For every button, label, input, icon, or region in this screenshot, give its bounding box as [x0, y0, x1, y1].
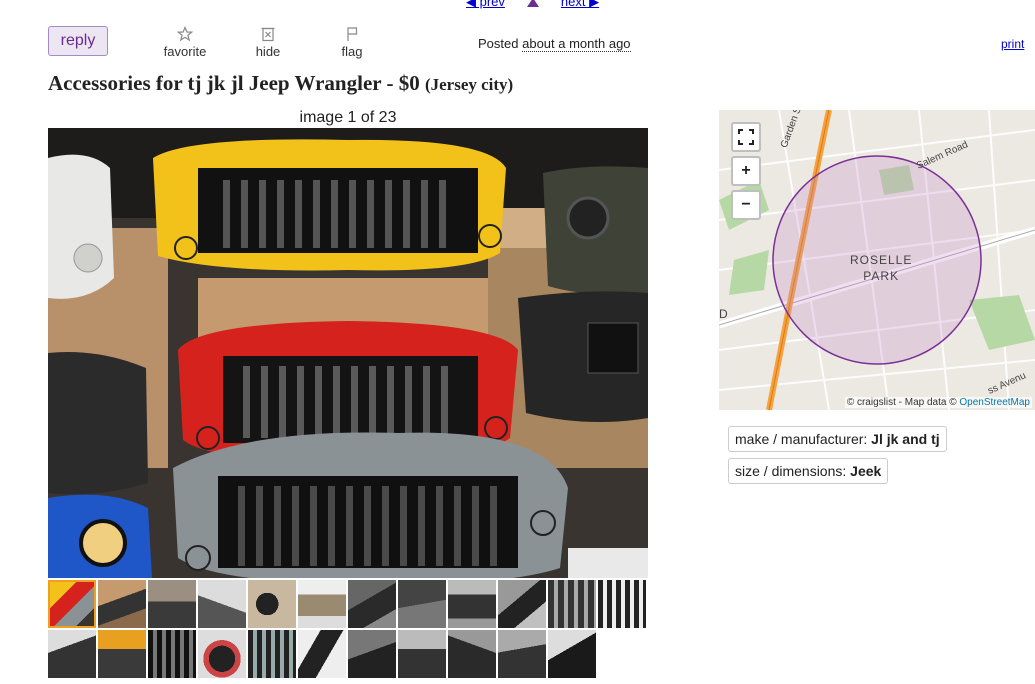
posted-prefix: Posted: [478, 36, 519, 51]
image-counter: image 1 of 23: [299, 109, 397, 126]
flag-label: flag: [341, 44, 363, 59]
zoom-out-button[interactable]: −: [731, 190, 761, 220]
print-link[interactable]: print: [1001, 37, 1024, 51]
fullscreen-icon: [738, 129, 754, 145]
star-icon: [177, 26, 193, 42]
thumbnail[interactable]: [448, 580, 496, 628]
thumbnail[interactable]: [48, 630, 96, 678]
favorite-button[interactable]: favorite: [155, 26, 215, 59]
thumbnail[interactable]: [248, 580, 296, 628]
thumbnail[interactable]: [248, 630, 296, 678]
thumbnail[interactable]: [348, 580, 396, 628]
listing-title-text: Accessories for tj jk jl Jeep Wrangler: [48, 71, 382, 95]
listing-title: Accessories for tj jk jl Jeep Wrangler -…: [48, 71, 513, 96]
posted-relative-time: about a month ago: [522, 36, 631, 52]
prev-link[interactable]: ◀ prev: [466, 0, 505, 9]
main-image[interactable]: [48, 128, 648, 578]
thumbnail[interactable]: [548, 580, 596, 628]
fullscreen-button[interactable]: [731, 122, 761, 152]
reply-button[interactable]: reply: [48, 26, 108, 56]
thumbnail[interactable]: [98, 580, 146, 628]
thumbnail[interactable]: [398, 630, 446, 678]
thumbnail[interactable]: [198, 580, 246, 628]
flag-button[interactable]: flag: [322, 26, 382, 59]
attribute-size: size / dimensions: Jeek: [728, 458, 889, 484]
next-link[interactable]: next ▶: [561, 0, 599, 9]
hide-button[interactable]: hide: [238, 26, 298, 59]
thumbnail[interactable]: [298, 580, 346, 628]
map-controls: + −: [731, 122, 765, 224]
flag-icon: [347, 27, 358, 41]
thumbnail[interactable]: [198, 630, 246, 678]
listing-price: $0: [398, 71, 420, 95]
attribute-value: Jeek: [850, 463, 882, 479]
thumbnail[interactable]: [298, 630, 346, 678]
up-arrow-icon[interactable]: [526, 0, 539, 8]
thumbnail[interactable]: [498, 630, 546, 678]
attribute-key: make / manufacturer:: [735, 431, 868, 447]
prev-next-nav: ◀ prev next ▶: [466, 0, 621, 10]
attribute-key: size / dimensions:: [735, 463, 847, 479]
zoom-in-button[interactable]: +: [731, 156, 761, 186]
posted-date: Posted about a month ago: [478, 36, 631, 52]
thumbnail[interactable]: [48, 580, 96, 628]
hide-label: hide: [255, 44, 281, 59]
map-attribution: © craigslist - Map data © OpenStreetMap: [844, 397, 1032, 408]
map-area-label-line2: PARK: [863, 269, 900, 283]
map-area-label: ROSELLE PARK: [850, 252, 912, 284]
openstreetmap-link[interactable]: OpenStreetMap: [959, 397, 1030, 408]
thumbnail[interactable]: [548, 630, 596, 678]
attribute-make: make / manufacturer: Jl jk and tj: [728, 426, 947, 452]
main-image-photo: [48, 128, 648, 578]
thumbnail[interactable]: [398, 580, 446, 628]
favorite-label: favorite: [163, 44, 207, 59]
thumbnail[interactable]: [348, 630, 396, 678]
thumbnail[interactable]: [148, 580, 196, 628]
attribute-value: Jl jk and tj: [871, 431, 940, 447]
map-area-label-line1: ROSELLE: [850, 253, 913, 267]
thumbnail[interactable]: [448, 630, 496, 678]
thumbnail[interactable]: [598, 580, 646, 628]
listing-location: (Jersey city): [424, 75, 514, 94]
thumbnail[interactable]: [98, 630, 146, 678]
title-separator: -: [381, 71, 399, 95]
trash-icon: [261, 27, 275, 42]
location-map[interactable]: ROSELLE PARK Garden State Pa Salem Road …: [719, 110, 1035, 410]
thumbnail[interactable]: [498, 580, 546, 628]
thumbnail[interactable]: [148, 630, 196, 678]
map-attribution-text: © craigslist - Map data ©: [846, 397, 957, 408]
map-edge-label: D: [719, 307, 728, 321]
